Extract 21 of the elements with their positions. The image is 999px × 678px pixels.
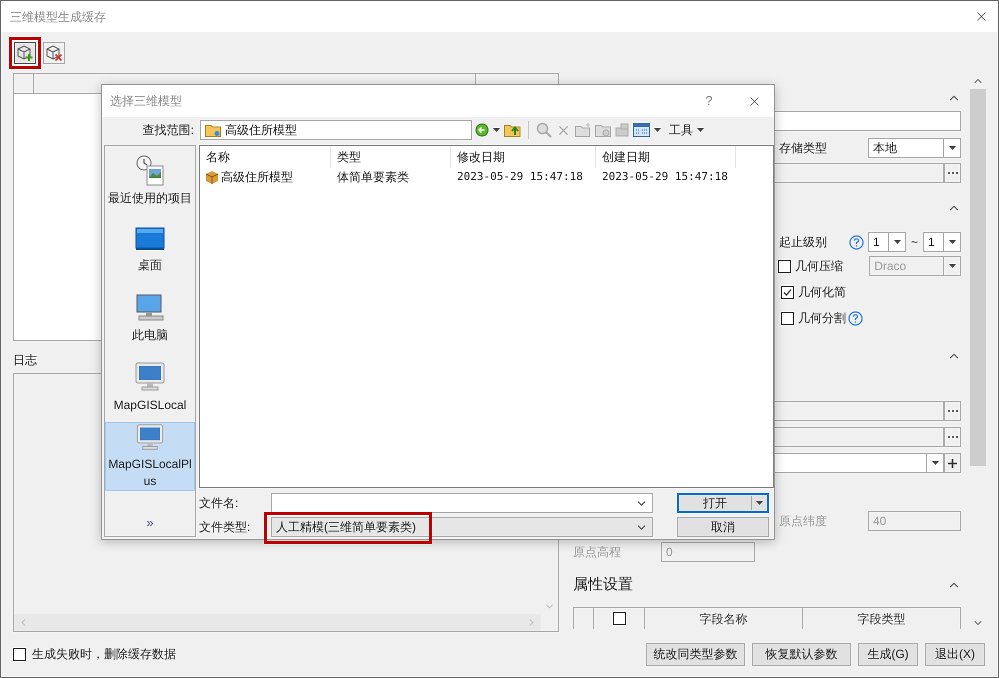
field-label: 文件名: [199, 495, 240, 512]
field-label: 存储类型 [779, 140, 828, 157]
field-label: 起止级别 [779, 234, 828, 251]
created-date: 2023-05-29 15:47:18 [601, 168, 729, 185]
checkbox-label: 几何化简 [798, 284, 846, 301]
checkbox-label: 几何分割 [798, 310, 846, 327]
field-label: 原点高程 [573, 544, 622, 561]
file-type: 体简单要素类 [336, 169, 410, 186]
dialog-title: 选择三维模型 [110, 93, 183, 110]
checkbox-label: 生成失败时，删除缓存数据 [32, 646, 177, 663]
checkbox-label: 几何压缩 [795, 258, 844, 275]
modified-date: 2023-05-29 15:47:18 [456, 168, 584, 185]
section-title: 属性设置 [573, 574, 633, 595]
file-name: 高级住所模型 [221, 169, 293, 186]
field-label: 文件类型: [199, 519, 252, 536]
section-label: 日志 [13, 352, 37, 369]
field-label: 原点纬度 [779, 513, 828, 530]
range-separator: ~ [910, 234, 919, 251]
window-title: 三维模型生成缓存 [10, 8, 107, 26]
field-label: 查找范围: [142, 122, 195, 140]
location-text: 高级住所模型 [225, 122, 297, 140]
